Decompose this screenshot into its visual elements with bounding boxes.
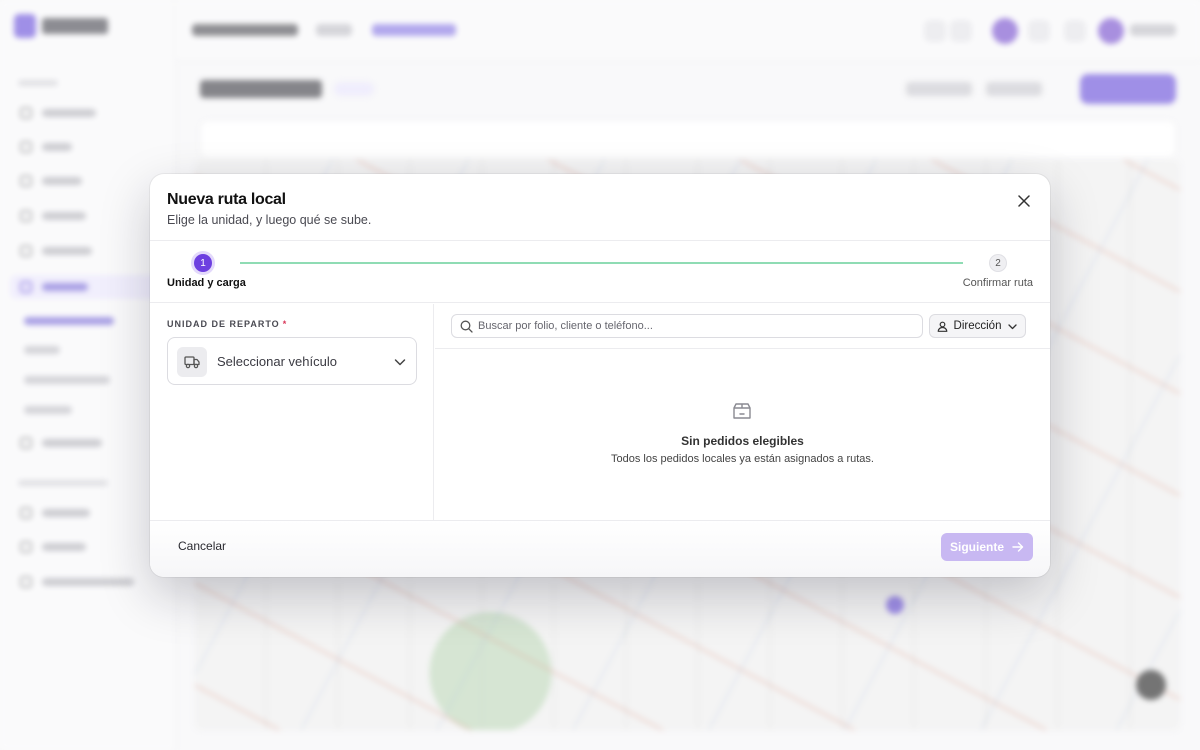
empty-state-message: Todos los pedidos locales ya están asign… <box>611 453 874 465</box>
step-progress-line <box>240 262 963 264</box>
step-2-label: Confirmar ruta <box>962 277 1033 289</box>
step-1-label: Unidad y carga <box>167 277 246 289</box>
search-icon <box>460 320 473 333</box>
modal-title: Nueva ruta local <box>167 191 286 208</box>
truck-icon-box <box>177 347 207 377</box>
sort-direction-label: Dirección <box>953 320 1002 332</box>
vehicle-field-label: UNIDAD DE REPARTO * <box>167 319 287 329</box>
next-button[interactable]: Siguiente <box>941 533 1033 561</box>
step-1-indicator: 1 <box>194 254 212 272</box>
step-2-indicator: 2 <box>989 254 1007 272</box>
orders-search-row: Dirección <box>435 304 1050 349</box>
box-icon <box>733 403 751 419</box>
vehicle-label-text: UNIDAD DE REPARTO <box>167 319 280 329</box>
next-button-label: Siguiente <box>949 540 1004 554</box>
search-input[interactable] <box>478 315 918 337</box>
required-mark: * <box>282 319 288 329</box>
orders-pane: Dirección Sin pedidos elegibles Todos lo… <box>435 304 1050 520</box>
user-icon <box>937 321 947 332</box>
vehicle-select[interactable]: Seleccionar vehículo <box>167 337 417 385</box>
stepper: 1 2 Unidad y carga Confirmar ruta <box>150 241 1050 303</box>
close-icon <box>1018 195 1030 207</box>
modal-subtitle: Elige la unidad, y luego qué se sube. <box>167 213 372 227</box>
vehicle-select-placeholder: Seleccionar vehículo <box>217 354 337 369</box>
empty-state-title: Sin pedidos elegibles <box>681 434 804 448</box>
new-local-route-modal: Nueva ruta local Elige la unidad, y lueg… <box>150 174 1050 577</box>
modal-header: Nueva ruta local Elige la unidad, y lueg… <box>150 174 1050 241</box>
cancel-button[interactable]: Cancelar <box>178 539 226 553</box>
chevron-down-icon <box>1008 323 1018 329</box>
close-button[interactable] <box>1014 191 1034 211</box>
truck-icon <box>184 356 200 369</box>
sort-direction-button[interactable]: Dirección <box>929 314 1026 338</box>
modal-footer: Cancelar Siguiente <box>150 520 1050 577</box>
vehicle-pane: UNIDAD DE REPARTO * Seleccionar vehículo <box>150 304 434 520</box>
chevron-down-icon <box>394 359 406 366</box>
search-field[interactable] <box>451 314 923 338</box>
arrow-right-icon <box>1012 542 1024 552</box>
